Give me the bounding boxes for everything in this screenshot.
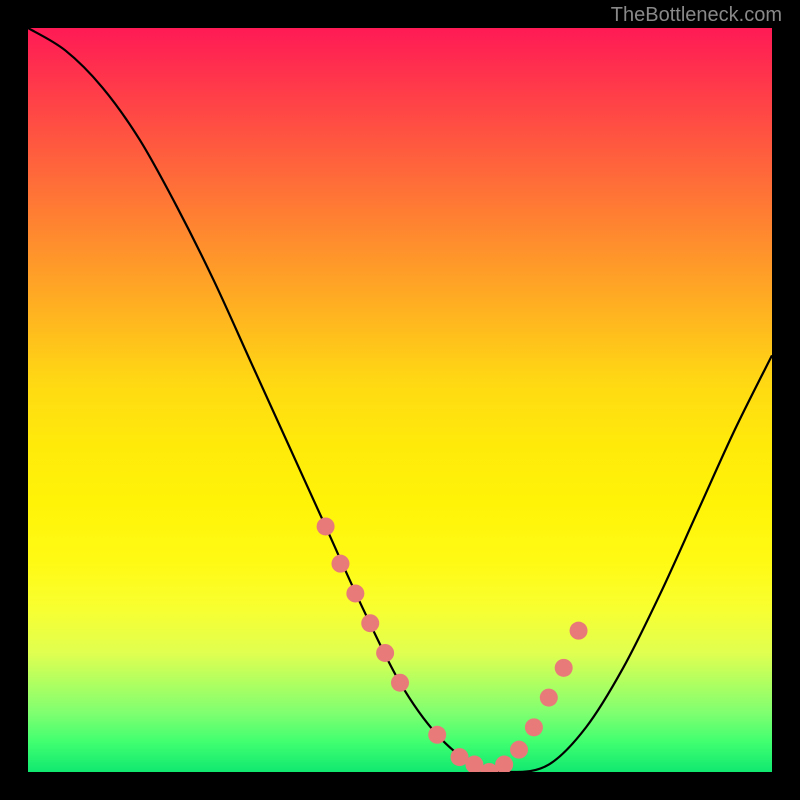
marker-dot <box>510 741 528 759</box>
marker-dot <box>495 756 513 772</box>
marker-dot <box>555 659 573 677</box>
chart-container: TheBottleneck.com <box>0 0 800 800</box>
marker-dot <box>428 726 446 744</box>
curve-line <box>28 28 772 772</box>
marker-dot <box>570 622 588 640</box>
chart-svg <box>28 28 772 772</box>
marker-dot <box>346 584 364 602</box>
marker-dot <box>331 555 349 573</box>
marker-dot <box>540 689 558 707</box>
marker-points <box>317 517 588 772</box>
marker-dot <box>525 718 543 736</box>
marker-dot <box>317 517 335 535</box>
marker-dot <box>391 674 409 692</box>
watermark-text: TheBottleneck.com <box>611 4 782 27</box>
marker-dot <box>361 614 379 632</box>
marker-dot <box>376 644 394 662</box>
